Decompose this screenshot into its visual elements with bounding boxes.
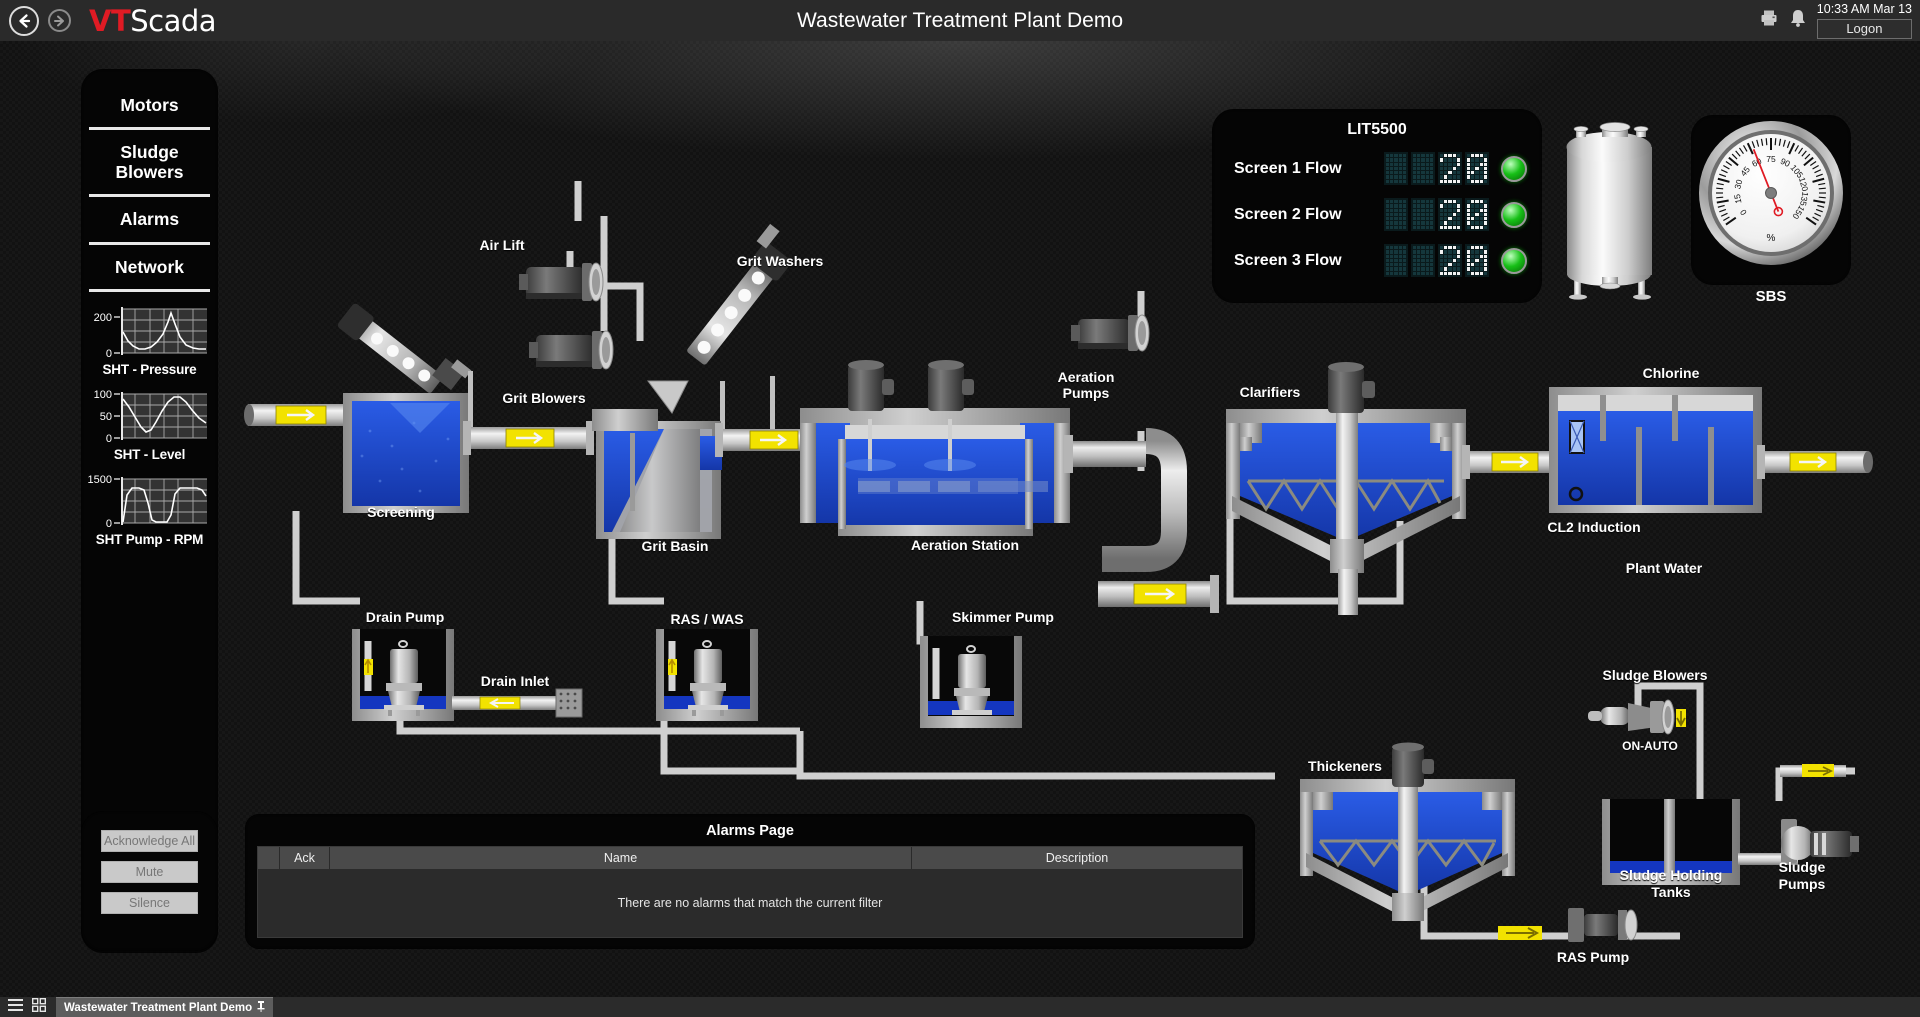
label-screening: Screening xyxy=(367,504,435,520)
grid-apps-icon[interactable] xyxy=(31,997,47,1017)
bell-icon[interactable] xyxy=(1789,8,1807,33)
label-chlorine: Chlorine xyxy=(1642,365,1700,381)
taskbar-tab-label: Wastewater Treatment Plant Demo xyxy=(64,1001,253,1014)
clock-logon-group: 10:33 AM Mar 13 Logon xyxy=(1816,1,1912,40)
taskbar-icon-group xyxy=(0,997,47,1017)
titlebar-right-cluster: 10:33 AM Mar 13 Logon xyxy=(1759,2,1920,40)
logo-scada-text: Scada xyxy=(130,3,217,38)
label-sludge-blowers: Sludge Blowers xyxy=(1602,667,1708,683)
column-header-blank[interactable] xyxy=(258,847,280,869)
label-ras-was: RAS / WAS xyxy=(670,611,744,627)
logon-button[interactable]: Logon xyxy=(1816,19,1912,40)
process-mimic-canvas: Motors Sludge Blowers Alarms Network 200… xyxy=(0,41,1920,1000)
grit-washer-screw[interactable] xyxy=(677,223,803,369)
sludge-pump[interactable] xyxy=(1781,819,1859,863)
transfer-pipe-to-clarifier xyxy=(1064,428,1219,613)
column-header-description[interactable]: Description xyxy=(912,847,1242,869)
alarms-empty-message: There are no alarms that match the curre… xyxy=(258,869,1242,937)
vtscada-logo: VTScada xyxy=(89,3,217,38)
pipe-screening-to-grit xyxy=(463,421,594,455)
pin-icon[interactable] xyxy=(257,1001,265,1014)
printer-icon[interactable] xyxy=(1759,8,1779,33)
label-skimmer-pump: Skimmer Pump xyxy=(952,609,1054,625)
pipe-clarifier-to-cl2 xyxy=(1462,445,1564,479)
skimmer-pump-wetwell[interactable] xyxy=(920,636,1022,728)
label-cl2-induction: CL2 Induction xyxy=(1547,519,1641,535)
drain-inlet-pipe xyxy=(452,688,583,718)
label-grit-blowers: Grit Blowers xyxy=(502,390,586,406)
forward-arrow-icon[interactable] xyxy=(48,9,71,32)
label-drain-pump: Drain Pump xyxy=(365,609,445,625)
label-drain-inlet: Drain Inlet xyxy=(480,673,550,689)
grit-basin[interactable] xyxy=(592,409,722,539)
alarms-page-title: Alarms Page xyxy=(706,823,794,839)
label-plant-water: Plant Water xyxy=(1625,560,1703,576)
label-thickeners: Thickeners xyxy=(1308,758,1382,774)
label-grit-washers: Grit Washers xyxy=(736,253,824,269)
ras-was-wetwell[interactable] xyxy=(656,629,758,721)
taskbar: Wastewater Treatment Plant Demo xyxy=(0,997,1920,1017)
title-bar: VTScada Wastewater Treatment Plant Demo … xyxy=(0,0,1920,41)
screening-tank[interactable] xyxy=(343,393,469,513)
label-aeration-station: Aeration Station xyxy=(910,537,1020,553)
back-arrow-icon[interactable] xyxy=(9,5,39,36)
column-header-ack[interactable]: Ack xyxy=(280,847,330,869)
label-ras-pump: RAS Pump xyxy=(1556,949,1630,965)
clock-text: 10:33 AM Mar 13 xyxy=(1816,1,1912,16)
chlorine-contact-tank[interactable] xyxy=(1549,387,1762,513)
label-aeration-pumps: Aeration Pumps xyxy=(1057,369,1115,402)
hamburger-menu-icon[interactable] xyxy=(8,998,23,1016)
column-header-name[interactable]: Name xyxy=(330,847,912,869)
aeration-pump[interactable] xyxy=(1071,314,1150,352)
washer-support xyxy=(770,376,775,438)
label-air-lift: Air Lift xyxy=(479,237,525,253)
label-grit-basin: Grit Basin xyxy=(641,538,709,554)
screen-screw-conveyor[interactable] xyxy=(336,288,472,408)
air-lift-blower[interactable] xyxy=(519,262,604,302)
grit-washer-hopper xyxy=(647,380,689,414)
inlet-pipe xyxy=(244,399,353,431)
logo-vt-text: VT xyxy=(89,3,131,38)
label-sludge-holding-tanks: Sludge Holding Tanks xyxy=(1619,867,1723,900)
alarms-table: Ack Name Description There are no alarms… xyxy=(257,846,1243,938)
page-title: Wastewater Treatment Plant Demo xyxy=(796,8,1123,32)
label-clarifiers: Clarifiers xyxy=(1239,384,1301,400)
taskbar-tab-wastewater-demo[interactable]: Wastewater Treatment Plant Demo xyxy=(56,997,274,1017)
label-sludge-pumps: Sludge Pumps xyxy=(1778,859,1826,892)
ras-pump[interactable] xyxy=(1568,908,1638,942)
alarms-table-header: Ack Name Description xyxy=(258,847,1242,869)
label-sludge-blower-state: ON-AUTO xyxy=(1622,739,1678,753)
drain-pump-wetwell[interactable] xyxy=(352,629,454,721)
plant-water-outlet-pipe xyxy=(1757,445,1873,479)
alarms-page-panel: Alarms Page Ack Name Description There a… xyxy=(245,814,1255,949)
sludge-blower[interactable] xyxy=(1588,699,1675,735)
aeration-station[interactable] xyxy=(800,360,1070,536)
grit-blower[interactable] xyxy=(529,330,614,370)
